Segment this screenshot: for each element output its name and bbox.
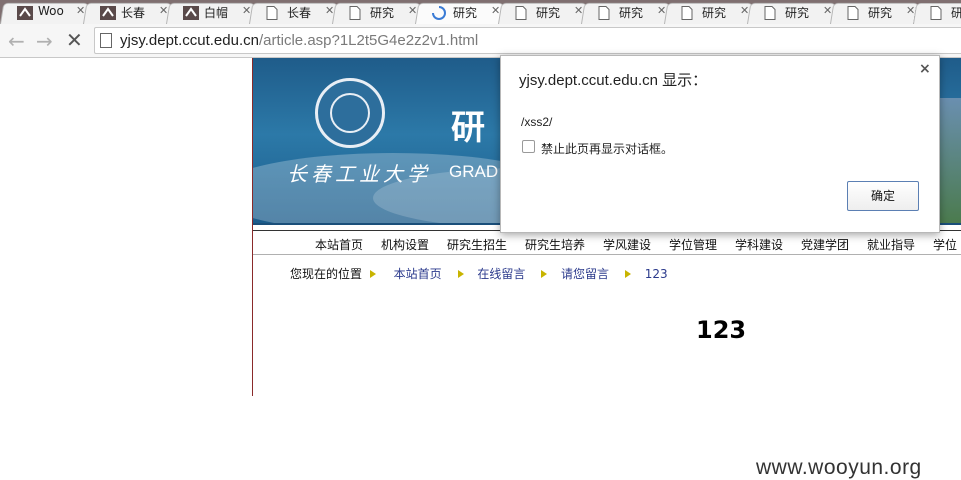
banner-title: 研 xyxy=(451,108,485,148)
page-icon xyxy=(930,5,946,20)
watermark: www.wooyun.org xyxy=(756,456,922,479)
tab-strip: Woo ✕ 长春 ✕ 白帽 ✕ 长春 ✕ 研究 ✕ 研究 ✕ 研究 ✕ 研究 ✕ 研究 ✕ 研究 ✕… xyxy=(0,0,961,24)
breadcrumb: 您现在的位置 本站首页 在线留言 请您留言 123 xyxy=(290,265,668,282)
tab[interactable]: 研究 ✕ xyxy=(498,0,594,24)
loading-spinner-icon xyxy=(432,5,448,20)
nav-item-employment[interactable]: 就业指导 xyxy=(867,236,915,253)
nav-item-org[interactable]: 机构设置 xyxy=(381,236,429,253)
tab[interactable]: 白帽 ✕ xyxy=(166,0,262,24)
browser-toolbar: ← → ✕ yjsy.dept.ccut.edu.cn/article.asp?… xyxy=(0,24,961,58)
tab-title: 研究 xyxy=(785,6,810,20)
article-title: 123 xyxy=(696,316,747,344)
tab[interactable]: Woo ✕ xyxy=(0,0,96,24)
page-icon xyxy=(515,5,531,20)
page-icon xyxy=(349,5,365,20)
url-host: yjsy.dept.ccut.edu.cn xyxy=(120,32,259,49)
tab[interactable]: 长春 ✕ xyxy=(83,0,179,24)
breadcrumb-arrow-icon xyxy=(369,269,376,278)
tab-title: 研 xyxy=(951,6,961,20)
tab[interactable]: 研究 ✕ xyxy=(747,0,843,24)
nav-item-party[interactable]: 党建学团 xyxy=(801,236,849,253)
breadcrumb-link[interactable]: 请您留言 xyxy=(561,265,609,282)
breadcrumb-arrow-icon xyxy=(541,269,548,278)
tab-active[interactable]: 研究 ✕ xyxy=(415,0,511,24)
page-icon xyxy=(266,5,282,20)
page-icon xyxy=(764,5,780,20)
tab-title: 研究 xyxy=(702,6,727,20)
breadcrumb-link[interactable]: 在线留言 xyxy=(477,265,525,282)
page-icon xyxy=(100,33,112,48)
dialog-message: /xss2/ xyxy=(521,115,553,129)
tab-title: 长春 xyxy=(287,6,312,20)
tab-title: 白帽 xyxy=(204,6,229,20)
forward-arrow-icon[interactable]: → xyxy=(36,29,53,53)
back-arrow-icon[interactable]: ← xyxy=(8,29,25,53)
breadcrumb-current: 123 xyxy=(644,266,668,281)
ok-button[interactable]: 确定 xyxy=(847,181,919,211)
suppress-dialogs-label[interactable]: 禁止此页再显示对话框。 xyxy=(541,140,673,157)
tab-title: 研究 xyxy=(370,6,395,20)
site-nav: 本站首页 机构设置 研究生招生 研究生培养 学风建设 学位管理 学科建设 党建学… xyxy=(253,230,961,255)
nav-item-home[interactable]: 本站首页 xyxy=(315,236,363,253)
page-icon xyxy=(681,5,697,20)
nav-item-style[interactable]: 学风建设 xyxy=(603,236,651,253)
tab-title: 研究 xyxy=(868,6,893,20)
page-icon xyxy=(847,5,863,20)
tab[interactable]: 研究 ✕ xyxy=(830,0,926,24)
tab[interactable]: 研究 ✕ xyxy=(332,0,428,24)
tab[interactable]: 研究 ✕ xyxy=(664,0,760,24)
nav-item-degree[interactable]: 学位管理 xyxy=(669,236,717,253)
banner-subtitle: GRAD xyxy=(449,162,499,181)
breadcrumb-link[interactable]: 本站首页 xyxy=(394,265,442,282)
school-name: 长春工业大学 xyxy=(287,162,431,186)
breadcrumb-arrow-icon xyxy=(624,269,631,278)
alert-dialog: yjsy.dept.ccut.edu.cn 显示： × /xss2/ 禁止此页再… xyxy=(500,55,940,233)
dialog-title: yjsy.dept.ccut.edu.cn 显示： xyxy=(519,72,708,89)
tab-title: 研究 xyxy=(453,6,478,20)
nav-item-discipline[interactable]: 学科建设 xyxy=(735,236,783,253)
tab-title: 研究 xyxy=(619,6,644,20)
nav-item-admission[interactable]: 研究生招生 xyxy=(447,236,507,253)
university-seal-icon xyxy=(315,78,385,148)
wooyun-icon xyxy=(17,5,33,20)
tab[interactable]: 长春 ✕ xyxy=(249,0,345,24)
url-path: /article.asp?1L2t5G4e2z2v1.html xyxy=(258,32,479,49)
nav-item-training[interactable]: 研究生培养 xyxy=(525,236,585,253)
tab-title: Woo xyxy=(38,4,64,18)
breadcrumb-arrow-icon xyxy=(457,269,464,278)
close-icon[interactable]: × xyxy=(919,61,931,77)
wooyun-icon xyxy=(183,5,199,20)
page-icon xyxy=(598,5,614,20)
address-bar[interactable]: yjsy.dept.ccut.edu.cn/article.asp?1L2t5G… xyxy=(94,27,961,54)
url-text[interactable]: yjsy.dept.ccut.edu.cn/article.asp?1L2t5G… xyxy=(120,32,478,49)
nav-item-degree-2[interactable]: 学位 xyxy=(933,236,957,253)
breadcrumb-label: 您现在的位置 xyxy=(290,267,363,281)
tab[interactable]: 研究 ✕ xyxy=(581,0,677,24)
wooyun-icon xyxy=(100,5,116,20)
stop-loading-icon[interactable]: ✕ xyxy=(66,28,83,52)
suppress-dialogs-checkbox[interactable] xyxy=(522,140,535,153)
tab[interactable]: 研 xyxy=(913,0,961,24)
tab-title: 长春 xyxy=(121,6,146,20)
tab-title: 研究 xyxy=(536,6,561,20)
